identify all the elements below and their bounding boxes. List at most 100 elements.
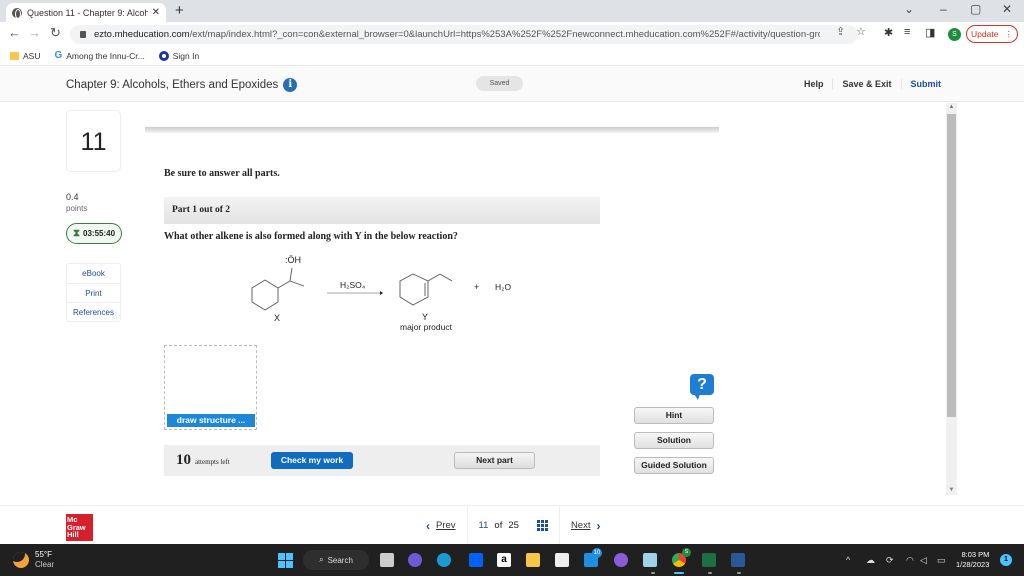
plus-sign: + <box>474 282 479 292</box>
tab-title: Question 11 - Chapter 9: Alcohol <box>27 7 148 18</box>
chevron-left-icon: ‹ <box>426 518 430 533</box>
running-indicator <box>651 572 655 574</box>
show-hidden-icons-chevron-icon[interactable]: ^ <box>846 555 850 565</box>
attempts-count: 10 <box>176 452 191 468</box>
reactant-structure <box>251 267 305 311</box>
close-window-button[interactable]: ✕ <box>1002 2 1012 16</box>
excel-icon[interactable] <box>702 553 716 567</box>
solution-button[interactable]: Solution <box>634 432 714 449</box>
question-prompt: What other alkene is also formed along w… <box>164 231 458 242</box>
scroll-down-arrow-icon[interactable]: ▼ <box>946 487 957 493</box>
references-link[interactable]: References <box>67 302 120 321</box>
search-icon: ⌕ <box>319 555 324 564</box>
guided-solution-button[interactable]: Guided Solution <box>634 457 714 474</box>
mail-badge: 10 <box>592 548 602 558</box>
notepad-icon[interactable] <box>643 553 657 567</box>
instruction-text: Be sure to answer all parts. <box>164 168 280 179</box>
new-tab-button[interactable]: + <box>175 2 184 19</box>
address-bar[interactable]: ezto.mheducation.com/ext/map/index.html?… <box>70 25 858 44</box>
help-link[interactable]: Help <box>795 79 833 89</box>
scrollbar-thumb[interactable] <box>947 114 956 417</box>
product-label: Y <box>422 312 428 322</box>
vertical-scrollbar[interactable]: ▲ ▼ <box>946 103 957 495</box>
draw-structure-button[interactable]: draw structure ... <box>167 414 255 427</box>
bookmarks-bar: ASU G Among the Innu-Cr... Sign In <box>0 46 1024 66</box>
structure-answer-box[interactable]: draw structure ... <box>164 345 257 430</box>
part-indicator: Part 1 out of 2 <box>164 197 600 224</box>
reagent-label: H₂SO₄ <box>340 280 366 290</box>
tools-menu: eBook Print References <box>66 263 121 322</box>
points-label: points <box>66 204 88 213</box>
onedrive-icon[interactable]: ☁ <box>866 555 875 566</box>
logo-line: Hill <box>67 530 79 539</box>
question-counter[interactable]: 11 of 25 <box>466 506 559 545</box>
scroll-up-arrow-icon[interactable]: ▲ <box>946 104 957 110</box>
next-button[interactable]: Next › <box>558 506 612 545</box>
chapter-title: Chapter 9: Alcohols, Ethers and Epoxides… <box>66 78 298 92</box>
battery-icon[interactable]: ▭ <box>937 555 946 566</box>
update-button[interactable]: Update ⋮ <box>966 25 1018 43</box>
close-tab-icon[interactable]: ✕ <box>152 7 160 18</box>
question-grid-icon[interactable] <box>536 520 548 531</box>
prev-button[interactable]: ‹ Prev <box>415 506 467 545</box>
word-icon[interactable] <box>731 553 745 567</box>
side-panel-icon[interactable]: ◨ <box>925 26 935 39</box>
taskbar-search[interactable]: ⌕ Search <box>303 550 369 570</box>
file-explorer-icon[interactable] <box>526 553 540 567</box>
microsoft-store-icon[interactable] <box>555 553 569 567</box>
notification-badge[interactable]: 1 <box>1000 554 1012 566</box>
extensions-icon[interactable]: ✱ <box>884 26 893 39</box>
edge-icon[interactable] <box>437 553 451 567</box>
browser-tab[interactable]: Question 11 - Chapter 9: Alcohol ✕ <box>6 3 166 22</box>
reading-list-icon[interactable]: ≡ <box>904 26 910 38</box>
weather-widget[interactable]: 55°F Clear <box>13 550 54 570</box>
maximize-button[interactable]: ▢ <box>970 2 981 16</box>
check-my-work-button[interactable]: Check my work <box>271 452 353 469</box>
weather-condition: Clear <box>35 560 55 569</box>
submit-link[interactable]: Submit <box>900 79 951 89</box>
folder-icon <box>10 51 19 60</box>
hint-button[interactable]: Hint <box>634 407 714 424</box>
hydroxyl-label: :ÖH <box>285 255 301 265</box>
back-button[interactable]: ← <box>8 25 21 40</box>
print-link[interactable]: Print <box>67 283 120 302</box>
teams-chat-icon[interactable] <box>408 553 422 567</box>
amazon-icon[interactable]: a <box>497 553 511 567</box>
assignment-header: Chapter 9: Alcohols, Ethers and Epoxides… <box>0 67 1024 102</box>
prev-label: Prev <box>436 520 456 531</box>
bookmark-sign-in[interactable]: Sign In <box>158 50 199 61</box>
copilot-icon[interactable] <box>614 553 628 567</box>
bookmark-innu[interactable]: G Among the Innu-Cr... <box>54 50 144 61</box>
timer[interactable]: ⧗ 03:55:40 <box>66 223 122 244</box>
wifi-icon[interactable]: ◠ <box>906 555 914 566</box>
chevron-right-icon: › <box>596 518 601 533</box>
url-host: ezto.mheducation.com <box>94 29 190 40</box>
dropbox-icon[interactable] <box>469 553 483 567</box>
task-view-icon[interactable] <box>380 553 394 567</box>
tab-search-icon[interactable]: ⌄ <box>904 2 914 16</box>
minimize-button[interactable]: – <box>940 2 947 16</box>
running-indicator <box>737 572 741 574</box>
product-structure <box>399 273 453 306</box>
next-part-button[interactable]: Next part <box>454 452 535 469</box>
next-label: Next <box>570 520 591 531</box>
header-links: Help Save & Exit Submit <box>795 79 950 89</box>
profile-avatar[interactable]: S <box>948 28 961 41</box>
moon-icon <box>13 552 29 568</box>
time: 8:03 PM <box>961 550 990 559</box>
info-icon[interactable]: i <box>283 78 298 92</box>
date: 1/28/2023 <box>956 560 990 569</box>
help-question-icon[interactable]: ? <box>690 374 714 400</box>
content-divider <box>145 127 719 133</box>
start-button[interactable] <box>278 553 293 568</box>
system-clock[interactable]: 8:03 PM 1/28/2023 <box>956 550 989 570</box>
ebook-link[interactable]: eBook <box>67 264 120 283</box>
sync-icon[interactable]: ⟳ <box>886 555 894 566</box>
share-icon[interactable]: ⇪ <box>836 25 845 38</box>
bookmark-asu[interactable]: ASU <box>10 51 40 61</box>
volume-icon[interactable]: ◁ <box>920 555 927 566</box>
bookmark-star-icon[interactable]: ☆ <box>856 25 866 38</box>
reload-button[interactable]: ↻ <box>50 25 61 41</box>
save-exit-link[interactable]: Save & Exit <box>832 79 900 89</box>
forward-button[interactable]: → <box>28 25 41 40</box>
